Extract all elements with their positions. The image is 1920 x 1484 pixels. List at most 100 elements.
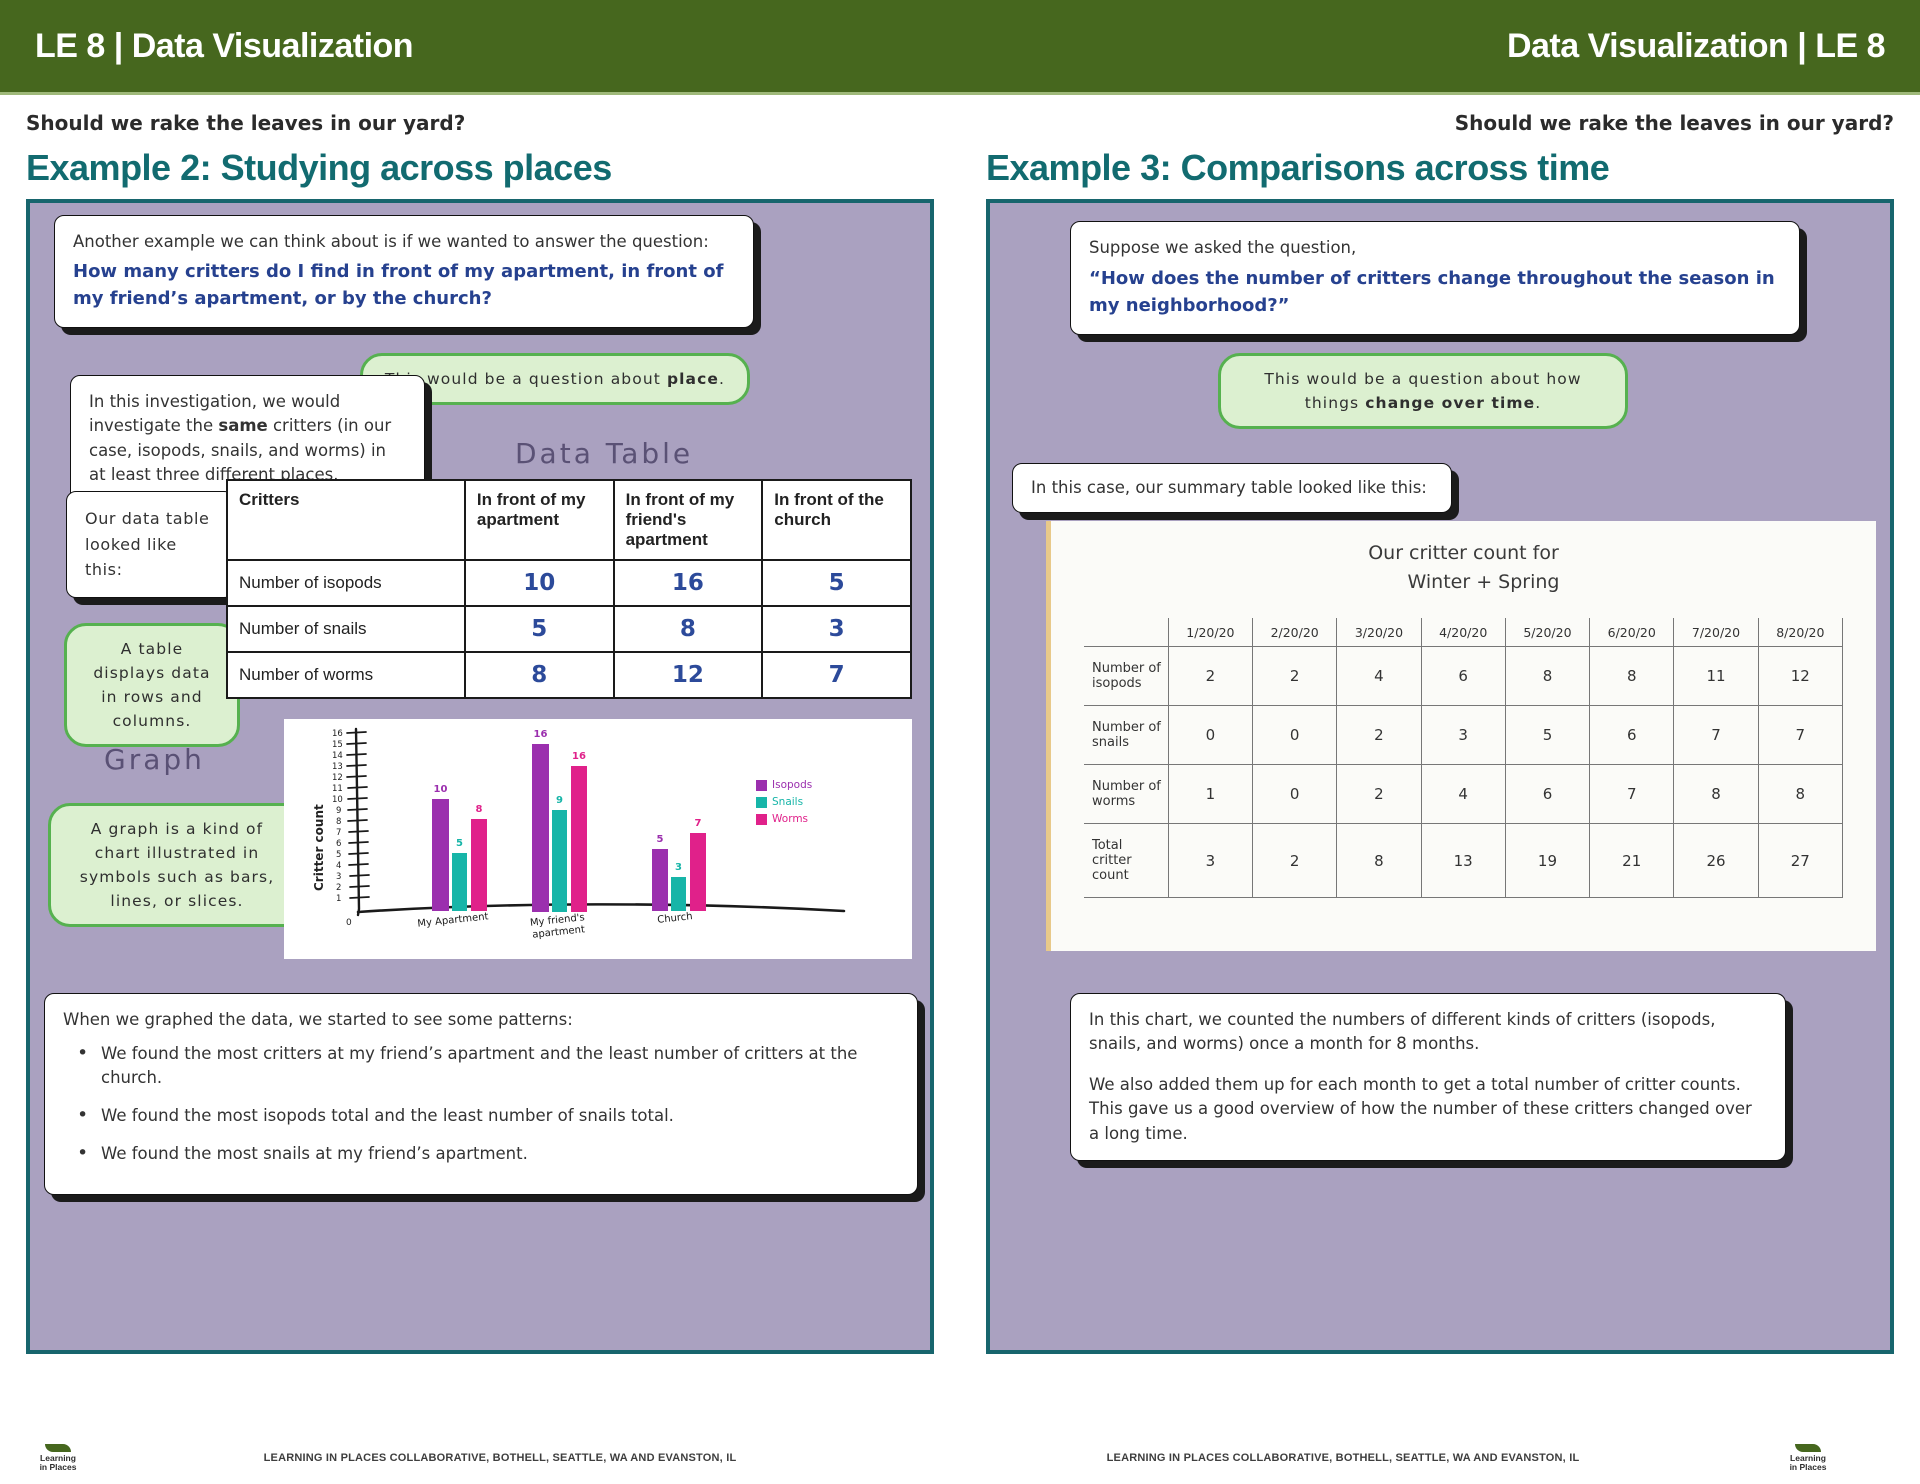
logo-left: Learning in Places bbox=[26, 1441, 90, 1475]
summary-row-label-worms: Number of worms bbox=[1084, 764, 1169, 824]
svg-text:12: 12 bbox=[332, 773, 343, 783]
column-example-2: Should we rake the leaves in our yard? E… bbox=[0, 95, 960, 1484]
cell-worms-church: 7 bbox=[761, 651, 912, 699]
column-example-3: Should we rake the leaves in our yard? E… bbox=[960, 95, 1920, 1484]
summary-row-label-isopods: Number of isopods bbox=[1084, 646, 1169, 706]
cell-isopods-friends-apartment: 16 bbox=[612, 559, 764, 607]
summary-cell-worms-2: 0 bbox=[1252, 764, 1338, 824]
photo-title-line-2: Winter + Spring bbox=[1407, 570, 1560, 593]
callout-place-after: . bbox=[719, 370, 726, 388]
intro-line-1: Another example we can think about is if… bbox=[73, 232, 709, 251]
bar-value-worms-my-apartment: 8 bbox=[475, 804, 483, 815]
bar-graph: Critter count 1 2 3 4 5 6 7 8 9 10 11 12… bbox=[284, 719, 912, 959]
investigation-bold: same bbox=[218, 416, 268, 436]
summary-cell-isopods-2: 2 bbox=[1252, 646, 1338, 706]
svg-text:11: 11 bbox=[332, 784, 343, 794]
summary-row-label-snails: Number of snails bbox=[1084, 705, 1169, 765]
cell-isopods-my-apartment: 10 bbox=[463, 559, 615, 607]
svg-text:6: 6 bbox=[336, 839, 341, 849]
explanation-box: In this chart, we counted the numbers of… bbox=[1070, 993, 1786, 1162]
summary-cell-worms-5: 6 bbox=[1504, 764, 1591, 824]
summary-corner-cell bbox=[1084, 618, 1168, 647]
summary-header-date-5: 5/20/20 bbox=[1504, 618, 1591, 647]
list-item: We found the most snails at my friend’s … bbox=[63, 1140, 899, 1167]
summary-table: 1/20/20 2/20/20 3/20/20 4/20/20 5/20/20 … bbox=[1084, 618, 1844, 898]
callout-table-definition: A table displays data in rows and column… bbox=[64, 623, 240, 748]
summary-cell-snails-6: 6 bbox=[1589, 705, 1675, 765]
table-row: Total critter count 3 2 8 13 19 21 26 27 bbox=[1084, 823, 1844, 898]
summary-cell-isopods-4: 6 bbox=[1420, 646, 1506, 706]
summary-cell-total-3: 8 bbox=[1336, 823, 1422, 898]
summary-cell-isopods-3: 4 bbox=[1336, 646, 1422, 706]
data-table-caption-box: Our data table looked like this: bbox=[66, 491, 234, 598]
svg-text:13: 13 bbox=[332, 762, 343, 772]
explanation-paragraph-1: In this chart, we counted the numbers of… bbox=[1089, 1010, 1716, 1054]
svg-text:1: 1 bbox=[336, 894, 341, 904]
summary-cell-isopods-1: 2 bbox=[1167, 646, 1254, 706]
bar-snails-church: 3 bbox=[671, 862, 686, 911]
patterns-box: When we graphed the data, we started to … bbox=[44, 993, 918, 1196]
page-body: Should we rake the leaves in our yard? E… bbox=[0, 95, 1920, 1484]
table-row: Number of isopods 10 16 5 bbox=[226, 559, 912, 607]
summary-header-date-1: 1/20/20 bbox=[1167, 618, 1254, 647]
summary-cell-snails-1: 0 bbox=[1167, 705, 1254, 765]
svg-text:7: 7 bbox=[336, 828, 341, 838]
legend-swatch-worms bbox=[756, 813, 767, 825]
summary-cell-worms-8: 8 bbox=[1757, 764, 1844, 824]
footer-credit-right: LEARNING IN PLACES COLLABORATIVE, BOTHEL… bbox=[1106, 1452, 1580, 1464]
legend-item-worms: Worms bbox=[756, 813, 812, 825]
header-my-apartment: In front of my apartment bbox=[463, 479, 615, 561]
bar-value-snails-my-apartment: 5 bbox=[456, 838, 463, 849]
svg-text:3: 3 bbox=[336, 872, 341, 882]
summary-row-label-total: Total critter count bbox=[1084, 823, 1169, 898]
callout-place-before: This would be a question about bbox=[384, 370, 667, 388]
summary-cell-isopods-6: 8 bbox=[1589, 646, 1675, 706]
summary-table-photo: Our critter count for Winter + Spring 1/… bbox=[1046, 521, 1876, 951]
callout-graph-definition: A graph is a kind of chart illustrated i… bbox=[48, 803, 306, 928]
bar-value-worms-friends-apartment: 16 bbox=[572, 751, 586, 762]
bar-snails-my-apartment: 5 bbox=[452, 838, 467, 911]
summary-cell-total-7: 26 bbox=[1673, 823, 1759, 898]
panel-example-3: Suppose we asked the question, “How does… bbox=[986, 199, 1894, 1354]
summary-cell-isopods-7: 11 bbox=[1673, 646, 1759, 706]
explanation-paragraph-2: We also added them up for each month to … bbox=[1089, 1074, 1752, 1143]
bar-isopods-my-apartment: 10 bbox=[432, 784, 449, 911]
legend-swatch-snails bbox=[756, 796, 767, 808]
svg-text:16: 16 bbox=[332, 729, 343, 739]
header-critters: Critters bbox=[226, 479, 466, 561]
table-row: Number of worms 1 0 2 4 6 7 8 8 bbox=[1084, 764, 1844, 824]
row-label-isopods: Number of isopods bbox=[226, 559, 466, 607]
bar-worms-friends-apartment: 16 bbox=[571, 751, 587, 912]
callout-graph-text: A graph is a kind of chart illustrated i… bbox=[79, 820, 275, 911]
svg-text:2: 2 bbox=[336, 883, 341, 893]
cell-isopods-church: 5 bbox=[761, 559, 912, 607]
summary-cell-total-5: 19 bbox=[1504, 823, 1591, 898]
intro-question-box: Another example we can think about is if… bbox=[54, 215, 754, 328]
callout-time-bold: change over time bbox=[1365, 394, 1536, 413]
summary-cell-isopods-8: 12 bbox=[1757, 646, 1844, 706]
callout-place-bold: place bbox=[666, 370, 720, 388]
summary-caption: In this case, our summary table looked l… bbox=[1031, 478, 1427, 497]
summary-header-date-8: 8/20/20 bbox=[1757, 618, 1844, 647]
summary-header-date-6: 6/20/20 bbox=[1589, 618, 1675, 647]
header-title-left: LE 8 | Data Visualization bbox=[35, 26, 414, 65]
summary-cell-snails-2: 0 bbox=[1252, 705, 1338, 765]
bar-isopods-friends-apartment: 16 bbox=[532, 729, 549, 912]
summary-cell-worms-1: 1 bbox=[1167, 764, 1254, 824]
bar-value-isopods-friends-apartment: 16 bbox=[533, 729, 548, 740]
list-item: We found the most isopods total and the … bbox=[63, 1102, 899, 1129]
section-title-example-2: Example 2: Studying across places bbox=[26, 147, 612, 188]
graph-legend: Isopods Snails Worms bbox=[756, 779, 812, 830]
bar-value-isopods-church: 5 bbox=[656, 834, 664, 845]
svg-text:4: 4 bbox=[336, 861, 341, 871]
summary-cell-snails-5: 5 bbox=[1504, 705, 1591, 765]
row-label-snails: Number of snails bbox=[226, 605, 466, 653]
table-header-row: Critters In front of my apartment In fro… bbox=[226, 479, 912, 561]
svg-text:5: 5 bbox=[336, 850, 341, 860]
legend-label-isopods: Isopods bbox=[772, 779, 813, 791]
logo-right: Learning in Places bbox=[1776, 1441, 1840, 1475]
svg-text:9: 9 bbox=[336, 806, 341, 816]
patterns-lead: When we graphed the data, we started to … bbox=[63, 1010, 573, 1029]
summary-cell-isopods-5: 8 bbox=[1504, 646, 1591, 706]
leaf-icon bbox=[1795, 1444, 1821, 1453]
